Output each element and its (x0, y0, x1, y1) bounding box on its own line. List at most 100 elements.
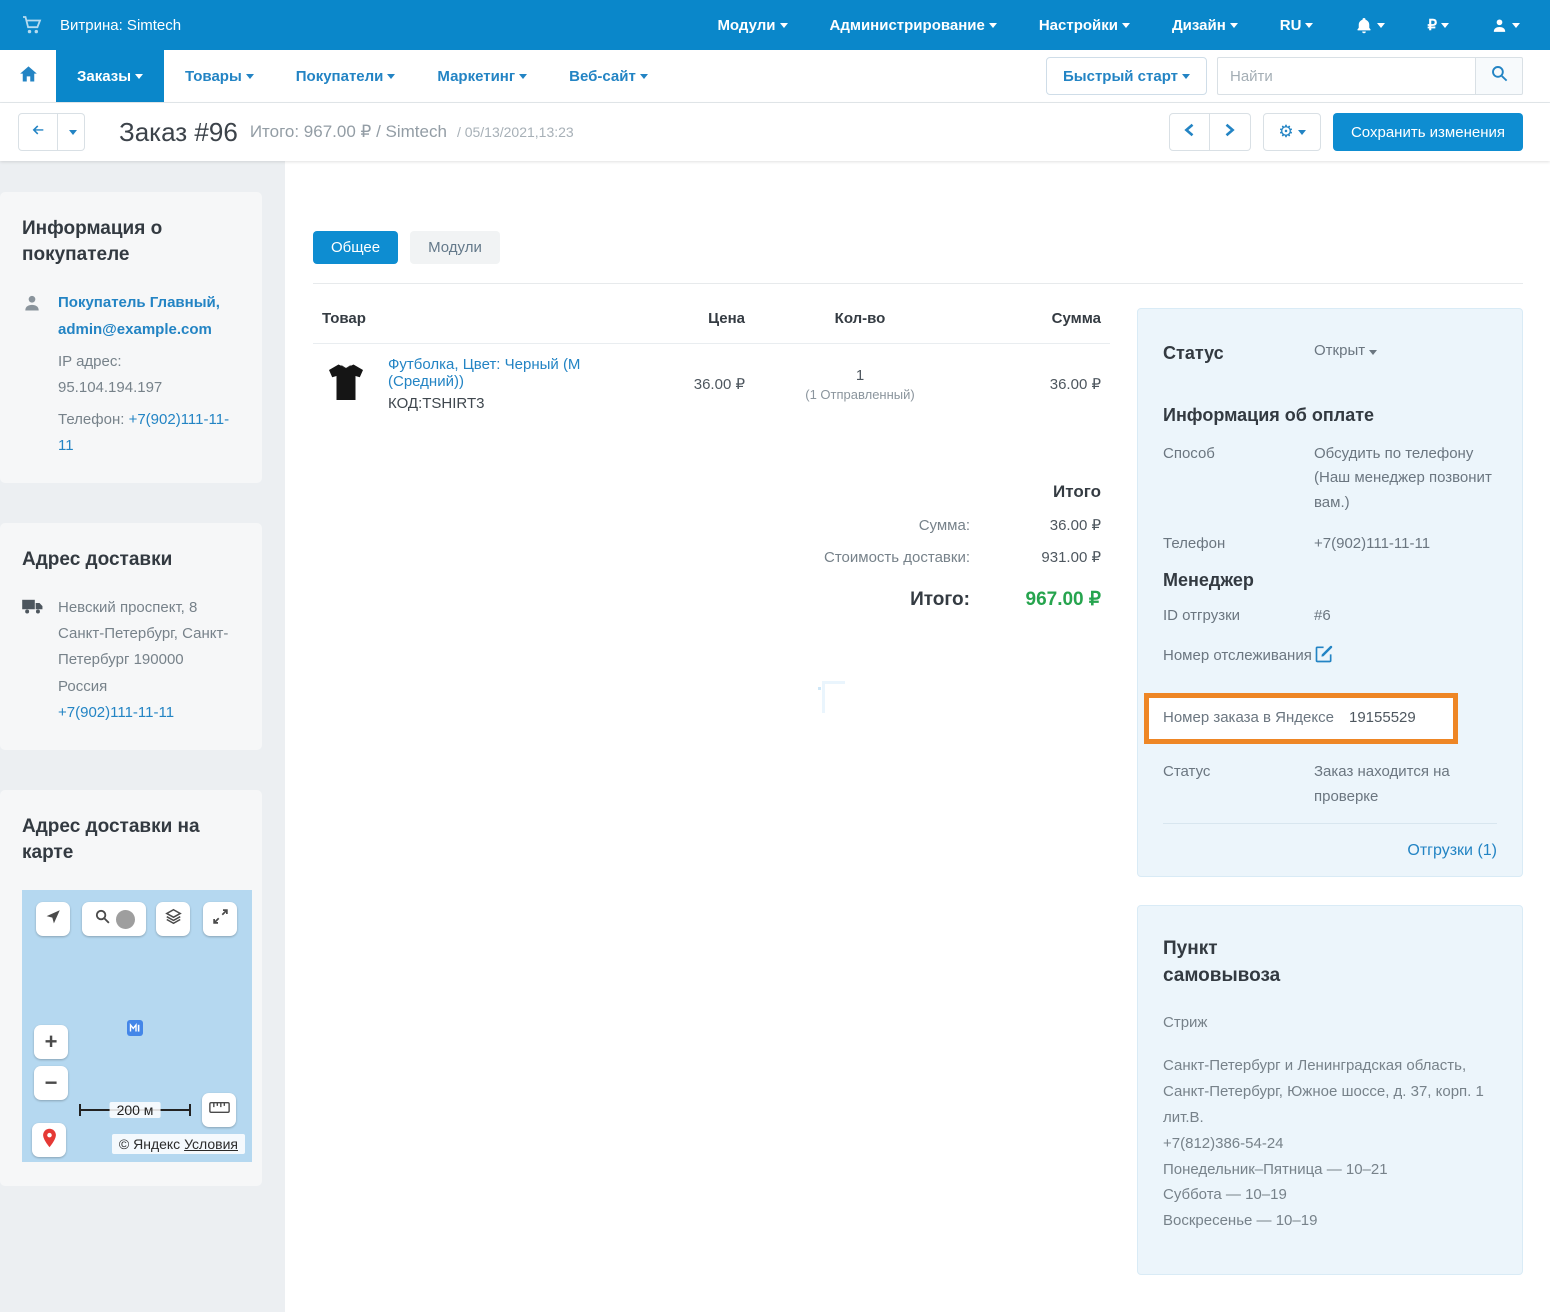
menu-settings[interactable]: Настройки (1039, 17, 1130, 34)
panel-title: Адрес доставки на карте (22, 814, 240, 866)
edit-tracking-button[interactable] (1314, 644, 1497, 673)
status-dropdown[interactable]: Открыт (1314, 339, 1497, 369)
tab-general[interactable]: Общее (313, 231, 398, 264)
home-button[interactable] (0, 50, 56, 102)
product-qty-note: (1 Отправленный) (745, 387, 975, 402)
ruler-button[interactable] (202, 1093, 236, 1127)
nav-orders[interactable]: Заказы (56, 50, 164, 102)
home-icon (18, 64, 39, 89)
edit-icon (1314, 651, 1334, 668)
fullscreen-button[interactable] (203, 902, 237, 936)
save-changes-button[interactable]: Сохранить изменения (1333, 113, 1523, 151)
notifications-menu[interactable] (1355, 16, 1385, 35)
arrow-left-icon (29, 122, 47, 143)
customer-info-panel: Информация о покупателе Покупатель Главн… (0, 192, 262, 483)
layers-icon (164, 907, 183, 931)
search-icon (1490, 64, 1509, 88)
menu-modules[interactable]: Модули (717, 17, 787, 34)
back-dropdown-button[interactable] (58, 113, 85, 151)
status-panel: Статус Открыт Информация об оплате Спосо… (1137, 308, 1523, 877)
user-icon (22, 290, 44, 459)
pickup-phone: +7(812)386-54-24 (1163, 1131, 1497, 1157)
chevron-right-icon (1224, 123, 1236, 142)
pickup-title: Пункт самовывоза (1163, 936, 1323, 989)
total-label: Итого: (910, 589, 970, 611)
metro-station-icon (127, 1020, 143, 1041)
customer-email-link[interactable]: admin@example.com (58, 317, 240, 343)
account-menu[interactable] (1491, 17, 1520, 34)
phone-label: Телефон: (58, 411, 124, 428)
next-order-button[interactable] (1210, 113, 1251, 151)
order-actions-button[interactable]: ⚙ (1263, 113, 1321, 151)
language-switcher[interactable]: RU (1280, 17, 1314, 34)
map-terms-link[interactable]: Условия (184, 1136, 238, 1152)
chevron-down-icon (246, 74, 254, 79)
prev-order-button[interactable] (1169, 113, 1210, 151)
quick-start-button[interactable]: Быстрый старт (1046, 57, 1207, 95)
yandex-status-value: Заказ находится на проверке (1314, 760, 1497, 810)
search-input[interactable] (1217, 57, 1475, 95)
tab-addons[interactable]: Модули (410, 231, 500, 264)
panel-title: Адрес доставки (22, 547, 240, 573)
chevron-down-icon (989, 23, 997, 28)
zoom-out-button[interactable]: − (34, 1066, 68, 1100)
payment-phone-label: Телефон (1163, 532, 1314, 557)
chevron-down-icon (135, 74, 143, 79)
map-pin-button[interactable] (32, 1123, 66, 1157)
map-copyright: © Яндекс Условия (112, 1134, 245, 1154)
top-admin-bar: Витрина: Simtech Модули Администрировани… (0, 0, 1550, 50)
totals-heading: Итого (313, 482, 1110, 502)
cart-icon (20, 13, 44, 37)
shipping-cost-label: Стоимость доставки: (824, 549, 970, 566)
shipment-id-link[interactable]: #6 (1314, 604, 1497, 629)
yandex-status-label: Статус (1163, 760, 1314, 810)
manager-heading: Менеджер (1163, 570, 1497, 591)
order-items-section: Товар Цена Кол-во Сумма Футболка, Цвет: … (313, 284, 1110, 1275)
back-button[interactable] (18, 113, 58, 151)
currency-switcher[interactable]: ₽ (1427, 16, 1449, 34)
order-content: Общее Модули Товар Цена Кол-во Сумма (285, 161, 1550, 1312)
truck-icon (22, 595, 44, 725)
expand-icon (212, 908, 229, 930)
order-subtitle: Итого: 967.00 ₽ / Simtech (250, 122, 447, 142)
map-layers-button[interactable] (156, 902, 190, 936)
chevron-down-icon (1512, 23, 1520, 28)
location-arrow-icon (44, 908, 62, 931)
gear-icon: ⚙ (1278, 122, 1293, 142)
zoom-in-button[interactable]: + (34, 1025, 68, 1059)
yandex-map[interactable]: + − 200 м © Яндекс Условия (22, 890, 252, 1162)
geolocation-button[interactable] (36, 902, 70, 936)
chevron-down-icon (1298, 130, 1306, 135)
subtotal-label: Сумма: (919, 517, 970, 534)
nav-website[interactable]: Веб-сайт (548, 50, 669, 102)
order-table-header: Товар Цена Кол-во Сумма (313, 284, 1110, 344)
bell-icon (1355, 16, 1373, 35)
subtotal-value: 36.00 ₽ (970, 516, 1110, 534)
customer-name-link[interactable]: Покупатель Главный, (58, 290, 240, 316)
search-icon (94, 908, 111, 930)
search-button[interactable] (1475, 57, 1523, 95)
chevron-down-icon (1230, 23, 1238, 28)
menu-design[interactable]: Дизайн (1172, 17, 1238, 34)
nav-products[interactable]: Товары (164, 50, 275, 102)
storefront-switcher[interactable]: Витрина: Simtech (20, 13, 181, 37)
product-name-link[interactable]: Футболка, Цвет: Черный (М (Средний)) (388, 356, 635, 390)
chevron-down-icon (1182, 74, 1190, 79)
chevron-down-icon (780, 23, 788, 28)
shipments-link[interactable]: Отгрузки (1) (1407, 842, 1497, 859)
nav-customers[interactable]: Покупатели (275, 50, 417, 102)
chevron-down-icon (640, 74, 648, 79)
total-value: 967.00 ₽ (970, 588, 1110, 611)
shipping-phone-link[interactable]: +7(902)111-11-11 (58, 700, 240, 726)
nav-marketing[interactable]: Маркетинг (416, 50, 548, 102)
user-icon (1491, 17, 1508, 34)
chevron-down-icon (69, 130, 77, 135)
pickup-hours-weekdays: Понедельник–Пятница — 10–21 (1163, 1157, 1497, 1183)
pickup-point-panel: Пункт самовывоза Стриж Санкт-Петербург и… (1137, 905, 1523, 1275)
menu-administration[interactable]: Администрирование (830, 17, 997, 34)
panel-title: Информация о покупателе (22, 216, 240, 268)
map-search-button[interactable] (82, 902, 146, 936)
col-price: Цена (635, 310, 745, 327)
table-row: Футболка, Цвет: Черный (М (Средний)) КОД… (313, 344, 1110, 426)
col-product: Товар (322, 310, 635, 327)
